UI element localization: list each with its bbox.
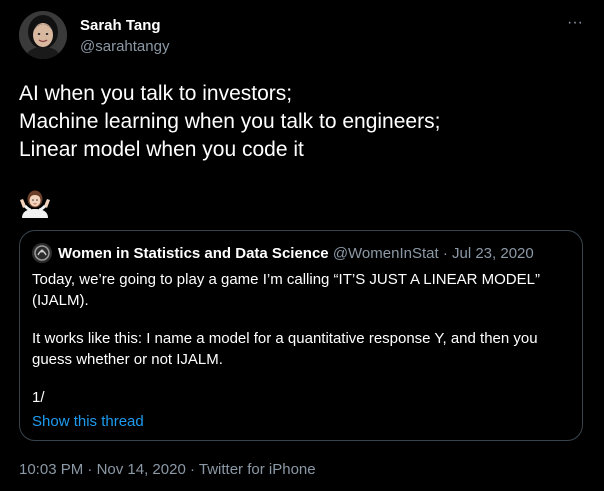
tweet-text-line: AI when you talk to investors; bbox=[19, 82, 293, 105]
tweet-timestamp: 10:03 PM · Nov 14, 2020 · Twitter for iP… bbox=[19, 460, 316, 480]
quoted-author-handle: @WomenInStat bbox=[332, 245, 439, 262]
tweet-source-link[interactable]: Twitter for iPhone bbox=[199, 461, 316, 478]
quoted-tweet-date: Jul 23, 2020 bbox=[451, 245, 534, 262]
quoted-paragraph: Today, we’re going to play a game I’m ca… bbox=[32, 271, 540, 309]
tweet-card: Sarah Tang @sarahtangy ··· AI when you t… bbox=[0, 0, 604, 491]
separator-dot: · bbox=[87, 461, 93, 478]
more-options-button[interactable]: ··· bbox=[563, 15, 587, 36]
quoted-author-avatar bbox=[32, 243, 52, 263]
tweet-date-link[interactable]: Nov 14, 2020 bbox=[97, 461, 186, 478]
author-avatar[interactable] bbox=[19, 11, 67, 59]
separator-dot: · bbox=[189, 461, 195, 478]
tweet-time-link[interactable]: 10:03 PM bbox=[19, 461, 83, 478]
quoted-paragraph: It works like this: I name a model for a… bbox=[32, 330, 538, 368]
quoted-paragraph: 1/ bbox=[32, 389, 45, 406]
quoted-tweet-text: Today, we’re going to play a game I’m ca… bbox=[32, 269, 572, 408]
avatar-image bbox=[19, 11, 67, 59]
tweet-text-line: Linear model when you code it bbox=[19, 138, 304, 161]
show-thread-link[interactable]: Show this thread bbox=[32, 412, 144, 432]
separator-dot: · bbox=[442, 245, 448, 262]
author-handle[interactable]: @sarahtangy bbox=[80, 37, 169, 57]
quoted-tweet[interactable]: Women in Statistics and Data Science @Wo… bbox=[19, 230, 583, 441]
tweet-text-line: Machine learning when you talk to engine… bbox=[19, 110, 441, 133]
quoted-author-name: Women in Statistics and Data Science bbox=[58, 245, 329, 262]
quoted-tweet-header: Women in Statistics and Data Science @Wo… bbox=[58, 245, 534, 263]
person-shrugging-emoji bbox=[19, 188, 51, 220]
author-name[interactable]: Sarah Tang bbox=[80, 16, 161, 36]
tweet-text: AI when you talk to investors; Machine l… bbox=[19, 80, 579, 164]
